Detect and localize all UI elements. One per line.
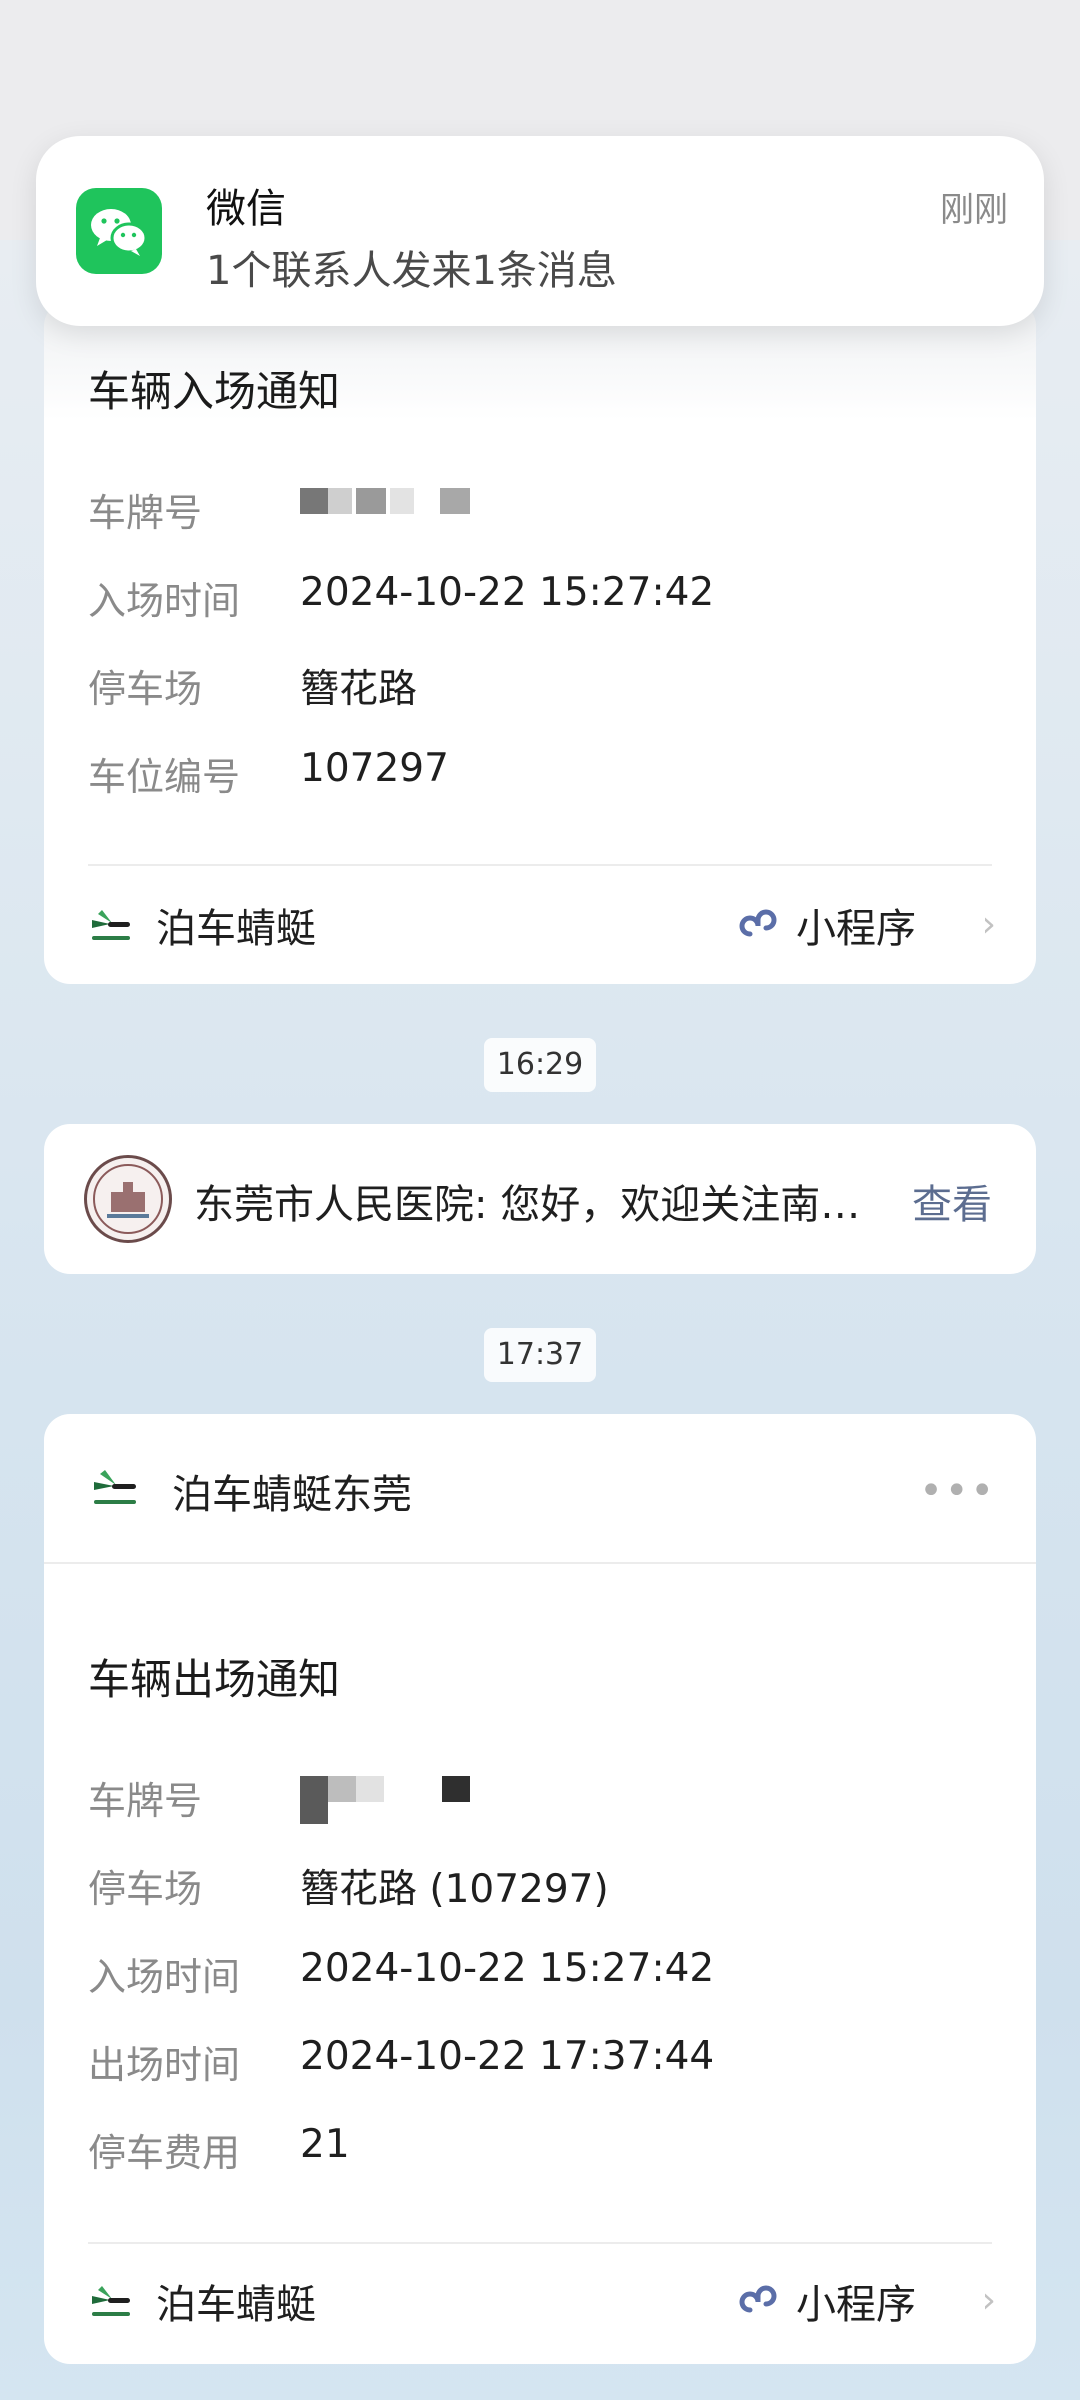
- row-label: 入场时间: [88, 579, 241, 623]
- row-value: 107297: [300, 746, 449, 791]
- exit-row-fee: 停车费用 21: [88, 2122, 996, 2182]
- timestamp: 16:29: [484, 1038, 596, 1092]
- entry-card-title: 车辆入场通知: [88, 367, 341, 416]
- mini-program-link[interactable]: 小程序 ›: [736, 896, 996, 956]
- row-label: 车牌号: [88, 1779, 203, 1823]
- entry-notice-card[interactable]: 车辆入场通知 车牌号 入场时间 2024-10-22 15:27:42 停车场 …: [44, 300, 1036, 984]
- more-options-icon[interactable]: •••: [919, 1468, 996, 1514]
- account-header[interactable]: 泊车蜻蜓东莞 •••: [44, 1414, 1036, 1564]
- wechat-icon: [76, 188, 162, 274]
- plate-redacted: [300, 488, 500, 532]
- row-value: 2024-10-22 15:27:42: [300, 570, 715, 615]
- timestamp: 17:37: [484, 1328, 596, 1382]
- entry-row-plate: 车牌号: [88, 482, 996, 542]
- hospital-message-card[interactable]: 东莞市人民医院: 您好，欢迎关注南… 查看: [44, 1124, 1036, 1274]
- notification-time: 刚刚: [940, 190, 1008, 230]
- chevron-right-icon: ›: [981, 2280, 996, 2321]
- row-label: 停车场: [88, 667, 203, 711]
- entry-row-time: 入场时间 2024-10-22 15:27:42: [88, 570, 996, 630]
- exit-row-entry-time: 入场时间 2024-10-22 15:27:42: [88, 1946, 996, 2006]
- exit-row-lot: 停车场 簪花路 (107297): [88, 1858, 996, 1918]
- chevron-right-icon: ›: [981, 904, 996, 945]
- wechat-notification-banner[interactable]: 微信 1个联系人发来1条消息 刚刚: [36, 136, 1044, 326]
- brand-name: 泊车蜻蜓: [156, 906, 316, 952]
- row-value: 簪花路: [300, 667, 418, 712]
- hospital-message-text: 东莞市人民医院: 您好，欢迎关注南…: [194, 1182, 861, 1228]
- row-label: 车牌号: [88, 491, 203, 535]
- entry-row-space: 车位编号 107297: [88, 746, 996, 806]
- row-value: 簪花路 (107297): [300, 1867, 609, 1912]
- entry-row-lot: 停车场 簪花路: [88, 658, 996, 718]
- hospital-logo-icon: [84, 1155, 172, 1243]
- exit-row-plate: 车牌号: [88, 1770, 996, 1830]
- row-label: 停车费用: [88, 2131, 241, 2175]
- divider: [88, 864, 992, 866]
- row-label: 入场时间: [88, 1955, 241, 1999]
- dragonfly-logo-icon: [94, 1470, 136, 1504]
- row-value: 2024-10-22 17:37:44: [300, 2034, 715, 2079]
- mini-program-icon: [739, 909, 777, 937]
- plate-redacted: [300, 1776, 500, 1824]
- row-value: 2024-10-22 15:27:42: [300, 1946, 715, 1991]
- row-label: 停车场: [88, 1867, 203, 1911]
- notification-message: 1个联系人发来1条消息: [206, 248, 617, 294]
- divider: [88, 2242, 992, 2244]
- view-button[interactable]: 查看: [912, 1172, 992, 1230]
- mini-program-label: 小程序: [796, 2282, 916, 2328]
- exit-row-exit-time: 出场时间 2024-10-22 17:37:44: [88, 2034, 996, 2094]
- dragonfly-logo-icon: [92, 2286, 130, 2316]
- dragonfly-logo-icon: [92, 910, 130, 940]
- exit-notice-card[interactable]: 泊车蜻蜓东莞 ••• 车辆出场通知 车牌号 停车场 簪花路 (107297) 入…: [44, 1414, 1036, 2364]
- exit-card-title: 车辆出场通知: [88, 1655, 341, 1704]
- row-label: 车位编号: [88, 755, 241, 799]
- mini-program-icon: [739, 2285, 777, 2313]
- row-label: 出场时间: [88, 2043, 241, 2087]
- notification-app-name: 微信: [206, 186, 286, 232]
- row-value: 21: [300, 2122, 350, 2167]
- mini-program-label: 小程序: [796, 906, 916, 952]
- brand-name: 泊车蜻蜓: [156, 2282, 316, 2328]
- account-name: 泊车蜻蜓东莞: [172, 1472, 412, 1518]
- mini-program-link[interactable]: 小程序 ›: [736, 2272, 996, 2332]
